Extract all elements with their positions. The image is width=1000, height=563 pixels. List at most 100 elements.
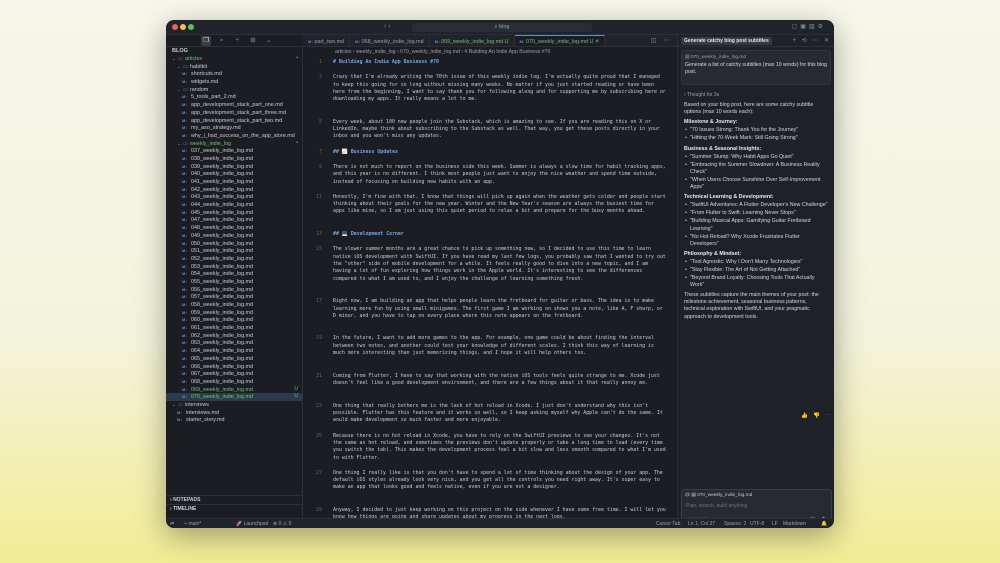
markdown-paragraph[interactable]: Because there is no hot reload in Xcode,… bbox=[333, 433, 668, 462]
explorer-icon[interactable]: ❐ bbox=[201, 36, 211, 46]
cursor-tab-status[interactable]: Cursor Tab bbox=[656, 519, 680, 528]
file-row[interactable]: M↓ 051_weekly_indie_log.md bbox=[166, 247, 302, 255]
file-row[interactable]: M↓ 055_weekly_indie_log.md bbox=[166, 278, 302, 286]
file-row[interactable]: M↓ 069_weekly_indie_log.md U bbox=[166, 386, 302, 394]
problems-status[interactable]: ⊗ 0 ⚠ 0 bbox=[273, 519, 291, 528]
notifications-icon[interactable]: 🔔 bbox=[821, 519, 827, 528]
file-row[interactable]: M↓ 039_weekly_indie_log.md bbox=[166, 163, 302, 171]
file-row[interactable]: M↓ 042_weekly_indie_log.md bbox=[166, 186, 302, 194]
file-row[interactable]: M↓ 045_weekly_indie_log.md bbox=[166, 209, 302, 217]
file-row[interactable]: M↓ 043_weekly_indie_log.md bbox=[166, 193, 302, 201]
nav-arrows[interactable]: ‹ › bbox=[384, 23, 391, 30]
thought-indicator[interactable]: › Thought for 3s bbox=[684, 92, 829, 99]
editor-tab[interactable]: M↓ 070_weekly_indie_log.md U ✕ bbox=[514, 35, 606, 46]
branch-status[interactable]: ⑂ main* bbox=[184, 519, 201, 528]
file-row[interactable]: M↓ 067_weekly_indie_log.md bbox=[166, 370, 302, 378]
file-row[interactable]: M↓ 052_weekly_indie_log.md bbox=[166, 255, 302, 263]
file-row[interactable]: M↓ 054_weekly_indie_log.md bbox=[166, 270, 302, 278]
file-row[interactable]: M↓ starter_story.md bbox=[166, 416, 302, 424]
indent-status[interactable]: Spaces: 2 bbox=[724, 519, 746, 528]
close-window-button[interactable] bbox=[172, 24, 178, 30]
markdown-paragraph[interactable]: Right now, I am building an app that hel… bbox=[333, 298, 668, 320]
chat-tab-title[interactable]: Generate catchy blog post subtitles bbox=[681, 37, 772, 45]
file-row[interactable]: M↓ 038_weekly_indie_log.md bbox=[166, 155, 302, 163]
extensions-icon[interactable]: ⊞ bbox=[248, 36, 258, 46]
folder-row[interactable]: ⌄ ▭ interviews bbox=[166, 401, 302, 409]
markdown-paragraph[interactable]: The slower summer months are a great cha… bbox=[333, 246, 668, 283]
command-search[interactable]: ⌕ blog bbox=[412, 23, 592, 32]
file-row[interactable]: M↓ 064_weekly_indie_log.md bbox=[166, 347, 302, 355]
file-row[interactable]: M↓ 059_weekly_indie_log.md bbox=[166, 309, 302, 317]
markdown-paragraph[interactable]: Coming from Flutter, I have to say that … bbox=[333, 373, 668, 388]
file-row[interactable]: M↓ 058_weekly_indie_log.md bbox=[166, 301, 302, 309]
file-row[interactable]: M↓ 068_weekly_indie_log.md bbox=[166, 378, 302, 386]
composer-file-chip[interactable]: @ ▤ 070_weekly_indie_log.md bbox=[685, 493, 752, 498]
response-actions[interactable]: 👍 👎 ⋯ bbox=[801, 413, 833, 419]
chevron-down-icon[interactable]: ⌄ bbox=[264, 36, 274, 46]
minimize-window-button[interactable] bbox=[180, 24, 186, 30]
file-row[interactable]: M↓ 056_weekly_indie_log.md bbox=[166, 286, 302, 294]
folder-row[interactable]: ⌄ ▭ weekly_indie_log • bbox=[166, 140, 302, 148]
file-row[interactable]: M↓ app_development_stack_part_three.md bbox=[166, 109, 302, 117]
language-status[interactable]: Markdown bbox=[783, 519, 806, 528]
editor-tab[interactable]: M↓ 068_weekly_indie_log.md bbox=[350, 36, 430, 46]
markdown-paragraph[interactable]: There is not much to report on the busin… bbox=[333, 164, 668, 186]
markdown-paragraph[interactable]: Anyway, I decided to just keep working o… bbox=[333, 507, 668, 518]
file-row[interactable]: M↓ 062_weekly_indie_log.md bbox=[166, 332, 302, 340]
zoom-window-button[interactable] bbox=[188, 24, 194, 30]
markdown-heading[interactable]: ## 💻 Development Corner bbox=[333, 231, 668, 238]
file-row[interactable]: M↓ 050_weekly_indie_log.md bbox=[166, 240, 302, 248]
file-row[interactable]: M↓ 041_weekly_indie_log.md bbox=[166, 178, 302, 186]
file-row[interactable]: M↓ 060_weekly_indie_log.md bbox=[166, 316, 302, 324]
cursor-position[interactable]: Ln 1, Col 37 bbox=[688, 519, 715, 528]
markdown-paragraph[interactable]: Honestly, I'm fine with that. I know tha… bbox=[333, 194, 668, 216]
source-control-icon[interactable]: ⑂ bbox=[232, 36, 242, 46]
file-row[interactable]: M↓ 049_weekly_indie_log.md bbox=[166, 232, 302, 240]
chat-header-actions[interactable]: + ⟲ ⋯ ✕ bbox=[792, 35, 831, 47]
notepads-section[interactable]: › NOTEPADS bbox=[166, 495, 302, 504]
file-row[interactable]: M↓ why_i_had_success_on_the_app_store.md bbox=[166, 132, 302, 140]
markdown-paragraph[interactable]: One thing that really bothers me is the … bbox=[333, 403, 668, 425]
file-row[interactable]: M↓ 040_weekly_indie_log.md bbox=[166, 170, 302, 178]
editor-actions[interactable]: ◫ ⋯ bbox=[651, 35, 673, 46]
file-row[interactable]: M↓ my_aso_strategy.md bbox=[166, 124, 302, 132]
file-row[interactable]: M↓ 066_weekly_indie_log.md bbox=[166, 363, 302, 371]
folder-row[interactable]: ⌄ ▭ random bbox=[166, 86, 302, 94]
user-message[interactable]: ▤ 070_weekly_indie_log.md Generate a lis… bbox=[681, 50, 831, 85]
markdown-paragraph[interactable]: One thing I really like is that you don'… bbox=[333, 470, 668, 492]
timeline-section[interactable]: › TIMELINE bbox=[166, 504, 302, 513]
markdown-heading[interactable]: ## 📈 Business Updates bbox=[333, 149, 668, 156]
file-row[interactable]: M↓ 057_weekly_indie_log.md bbox=[166, 293, 302, 301]
file-row[interactable]: M↓ 044_weekly_indie_log.md bbox=[166, 201, 302, 209]
close-icon[interactable]: ✕ bbox=[593, 39, 600, 45]
search-panel-icon[interactable]: ⌕ bbox=[217, 36, 227, 46]
file-row[interactable]: M↓ 070_weekly_indie_log.md U bbox=[166, 393, 302, 401]
file-row[interactable]: M↓ 5_tools_part_2.md bbox=[166, 93, 302, 101]
code-editor[interactable]: 13579111315171921232527293133 # Building… bbox=[303, 57, 677, 518]
folder-row[interactable]: ⌄ ▭ articles • bbox=[166, 55, 302, 63]
file-row[interactable]: M↓ interviews.md bbox=[166, 409, 302, 417]
folder-row[interactable]: ⌄ ▭ habitkit bbox=[166, 63, 302, 71]
markdown-paragraph[interactable]: In the future, I want to add more games … bbox=[333, 335, 668, 357]
file-row[interactable]: M↓ 063_weekly_indie_log.md bbox=[166, 339, 302, 347]
file-row[interactable]: M↓ app_development_stack_part_one.md bbox=[166, 101, 302, 109]
breadcrumb[interactable]: articles › weekly_indie_log › 070_weekly… bbox=[303, 48, 677, 57]
launchpad-status[interactable]: 🚀 Launchpad bbox=[236, 519, 268, 528]
editor-tab[interactable]: M↓ part_two.md bbox=[303, 36, 351, 46]
file-row[interactable]: M↓ app_development_stack_part_two.md bbox=[166, 117, 302, 125]
file-row[interactable]: M↓ 048_weekly_indie_log.md bbox=[166, 224, 302, 232]
markdown-heading[interactable]: # Building An Indie App Business #70 bbox=[333, 59, 668, 66]
eol-status[interactable]: LF bbox=[772, 519, 778, 528]
markdown-paragraph[interactable]: Every week, about 100 new people join th… bbox=[333, 119, 668, 141]
remote-icon[interactable]: ⇄ bbox=[170, 519, 174, 528]
layout-toggle-icons[interactable]: ▢▣▥⚙ bbox=[792, 23, 826, 30]
editor-tab[interactable]: M↓ 069_weekly_indie_log.md U bbox=[430, 36, 515, 46]
markdown-paragraph[interactable]: Crazy that I'm already writing the 70th … bbox=[333, 74, 668, 103]
file-row[interactable]: M↓ 061_weekly_indie_log.md bbox=[166, 324, 302, 332]
chat-input[interactable]: Plan, search, build anything bbox=[686, 503, 747, 509]
file-row[interactable]: M↓ 047_weekly_indie_log.md bbox=[166, 216, 302, 224]
file-row[interactable]: M↓ 037_weekly_indie_log.md bbox=[166, 147, 302, 155]
file-row[interactable]: M↓ shortcuts.md bbox=[166, 70, 302, 78]
file-row[interactable]: M↓ 053_weekly_indie_log.md bbox=[166, 263, 302, 271]
editor-text[interactable]: # Building An Indie App Business #70 Craz… bbox=[333, 57, 668, 518]
